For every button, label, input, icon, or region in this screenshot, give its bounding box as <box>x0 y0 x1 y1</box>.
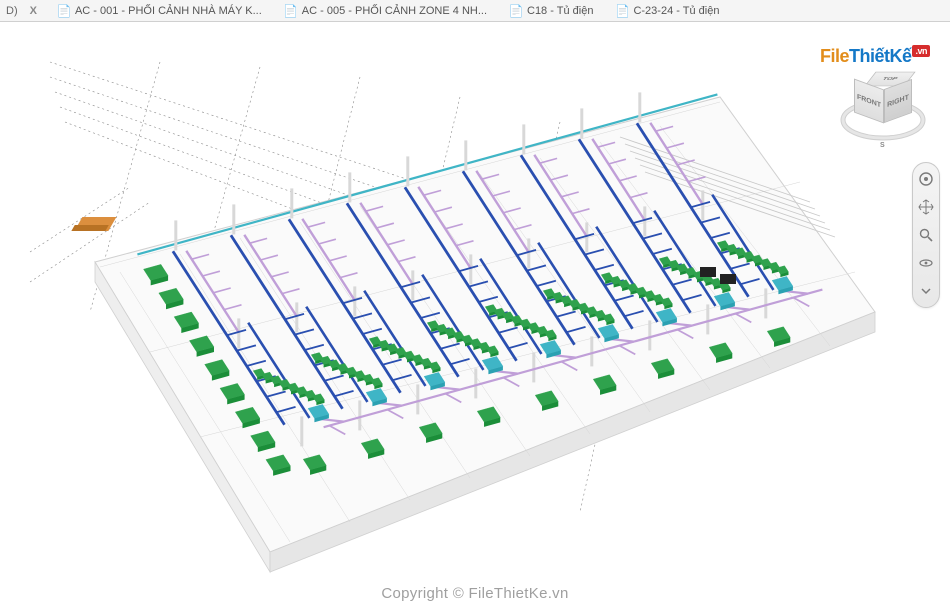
tab-label: C18 - Tủ điện <box>527 5 593 17</box>
sheet-icon: 📄 <box>57 4 71 18</box>
tab-label: AC - 005 - PHỐI CẢNH ZONE 4 NH... <box>302 5 487 17</box>
tab-c18[interactable]: 📄 C18 - Tủ điện <box>499 2 603 20</box>
watermark-copyright: Copyright © FileThietKe.vn <box>381 585 568 602</box>
model-viewport[interactable]: FileThiếtKế.vn TOP FRONT RIGHT S <box>0 22 950 616</box>
tab-label: AC - 001 - PHỐI CẢNH NHÀ MÁY K... <box>75 5 262 17</box>
model-3d-view <box>0 22 950 616</box>
tab-ac-005[interactable]: 📄 AC - 005 - PHỐI CẢNH ZONE 4 NH... <box>274 2 497 20</box>
sheet-icon: 📄 <box>509 4 523 18</box>
tab-prefix: D) <box>4 5 20 17</box>
building-slab <box>95 97 875 572</box>
tab-label: C-23-24 - Tủ điện <box>633 5 719 17</box>
tab-close-button[interactable]: X <box>22 5 45 17</box>
tab-c23-24[interactable]: 📄 C-23-24 - Tủ điện <box>605 2 729 20</box>
sheet-icon: 📄 <box>615 4 629 18</box>
tab-ac-001[interactable]: 📄 AC - 001 - PHỐI CẢNH NHÀ MÁY K... <box>47 2 272 20</box>
sheet-icon: 📄 <box>284 4 298 18</box>
tab-bar: D) X 📄 AC - 001 - PHỐI CẢNH NHÀ MÁY K...… <box>0 0 950 22</box>
